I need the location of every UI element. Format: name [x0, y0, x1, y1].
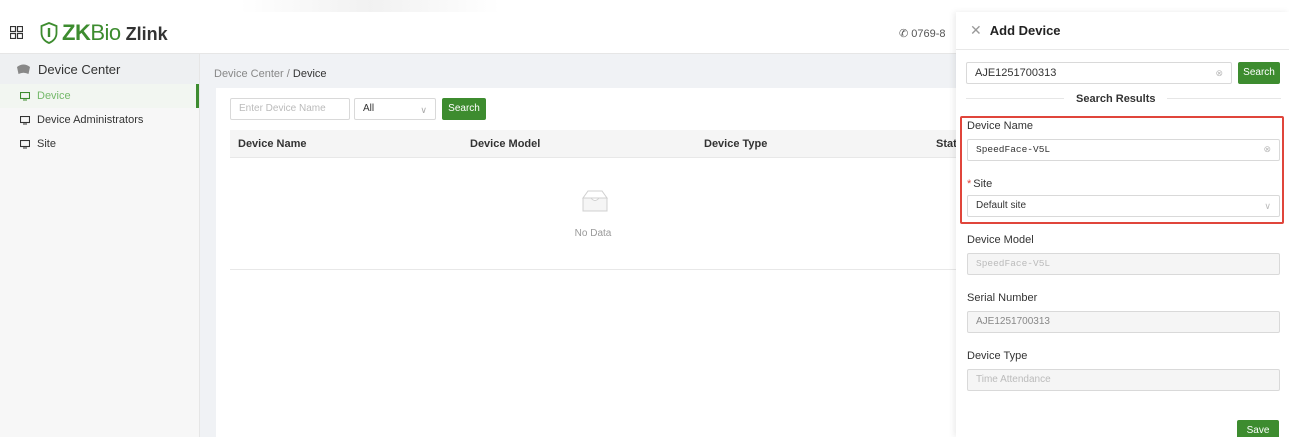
status-filter-select[interactable]: All ∨ — [354, 98, 436, 120]
chevron-down-icon: ∨ — [420, 105, 427, 115]
serial-number-label: Serial Number — [967, 292, 1038, 304]
sidebar-header[interactable]: Device Center — [0, 54, 199, 84]
drawer-title: Add Device — [989, 23, 1061, 38]
save-button[interactable]: Save — [1237, 420, 1279, 437]
monitor-icon — [20, 91, 30, 100]
breadcrumb-current: Device — [292, 68, 327, 80]
sidebar-item-device-administrators[interactable]: Device Administrators — [0, 108, 199, 132]
required-marker: * — [967, 178, 972, 190]
column-header-device-model[interactable]: Device Model — [470, 138, 540, 150]
drawer-search-button[interactable]: Search — [1238, 62, 1280, 84]
device-name-value: SpeedFace-V5L — [976, 144, 1051, 155]
sidebar-item-label: Device Administrators — [37, 114, 144, 126]
device-name-label: Device Name — [967, 120, 1034, 132]
chevron-down-icon: ∨ — [1264, 201, 1271, 211]
phone-icon: ✆ — [899, 28, 909, 40]
serial-number-input: AJE1251700313 — [967, 311, 1280, 333]
table-header: Device Name Device Model Device Type Sta… — [230, 130, 957, 158]
menu-grid-icon[interactable] — [10, 26, 23, 39]
device-model-label: Device Model — [967, 234, 1034, 246]
shield-logo-icon — [40, 22, 58, 44]
site-label: * Site — [967, 178, 992, 190]
device-panel: Enter Device Name All ∨ Search Device Na… — [216, 88, 957, 437]
device-name-input[interactable]: SpeedFace-V5L ⊗ — [967, 139, 1280, 161]
empty-box-icon — [582, 190, 608, 212]
monitor-icon — [20, 115, 30, 124]
clear-icon[interactable]: ⊗ — [1263, 140, 1271, 160]
sidebar-item-label: Site — [37, 138, 56, 150]
column-header-status[interactable]: Stat — [936, 138, 957, 150]
brand-zlink: Zlink — [125, 24, 168, 44]
sidebar-header-label: Device Center — [38, 61, 121, 77]
main-content: Device Center / Device Enter Device Name… — [200, 54, 957, 437]
add-device-drawer: ✕ Add Device AJE1251700313 ⊗ Search Sear… — [956, 12, 1289, 437]
empty-state-text: No Data — [574, 228, 612, 239]
table-empty-state: No Data — [230, 158, 956, 270]
close-icon[interactable]: ✕ — [970, 22, 982, 39]
brand-bio: Bio — [90, 20, 121, 45]
site-select[interactable]: Default site ∨ — [967, 195, 1280, 217]
phone-contact: ✆ 0769-8 — [899, 27, 946, 40]
device-model-input: SpeedFace-V5L — [967, 253, 1280, 275]
status-filter-value: All — [363, 103, 375, 114]
brand-zk: ZK — [62, 20, 91, 45]
breadcrumb: Device Center / Device — [214, 68, 327, 80]
device-type-input: Time Attendance — [967, 369, 1280, 391]
site-value: Default site — [976, 200, 1027, 211]
site-label-text: Site — [973, 178, 993, 190]
device-type-label: Device Type — [967, 350, 1028, 362]
sidebar-item-label: Device — [37, 90, 71, 102]
brand-logo[interactable]: ZK Bio Zlink — [40, 20, 168, 46]
serial-search-value: AJE1251700313 — [975, 67, 1057, 79]
device-name-filter-input[interactable]: Enter Device Name — [230, 98, 350, 120]
serial-search-row: AJE1251700313 ⊗ Search — [966, 62, 1281, 84]
phone-number: 0769-8 — [911, 28, 946, 40]
top-strip — [0, 0, 1289, 12]
watermark — [240, 0, 500, 12]
device-center-icon — [17, 64, 30, 74]
drawer-header: ✕ Add Device — [956, 12, 1289, 50]
search-results-label: Search Results — [1064, 93, 1168, 105]
sidebar-item-device[interactable]: Device — [0, 84, 199, 108]
sidebar: Device Center Device Device Administrato… — [0, 54, 200, 437]
column-header-device-type[interactable]: Device Type — [704, 138, 767, 150]
serial-search-input[interactable]: AJE1251700313 ⊗ — [966, 62, 1232, 84]
sidebar-item-site[interactable]: Site — [0, 132, 199, 156]
breadcrumb-parent[interactable]: Device Center — [214, 68, 284, 80]
monitor-icon — [20, 139, 30, 148]
clear-icon[interactable]: ⊗ — [1215, 63, 1223, 83]
breadcrumb-separator: / — [286, 68, 290, 80]
app-header: ZK Bio Zlink ✆ 0769-8 — [0, 12, 956, 54]
filter-search-button[interactable]: Search — [442, 98, 486, 120]
column-header-device-name[interactable]: Device Name — [238, 138, 307, 150]
